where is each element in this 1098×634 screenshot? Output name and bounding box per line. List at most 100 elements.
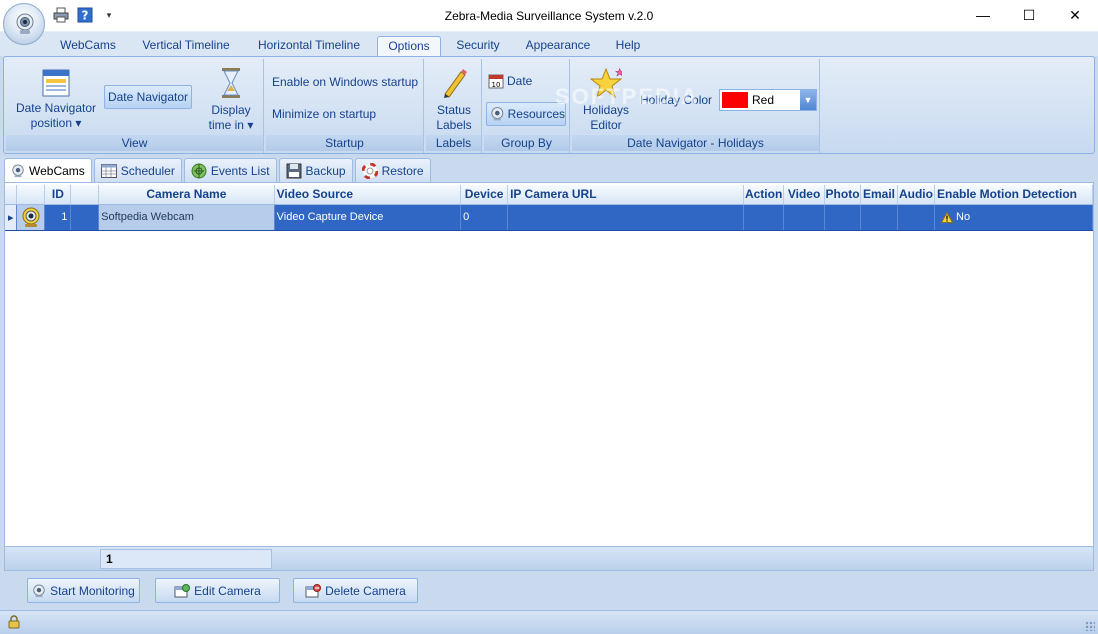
subtab-webcams[interactable]: WebCams (4, 158, 92, 182)
group-group-by: 10 Date Resources Group By (484, 59, 570, 153)
cell-camera-name[interactable]: Softpedia Webcam (98, 204, 275, 231)
cell-email[interactable] (860, 204, 898, 231)
subtab-backup-label: Backup (305, 163, 346, 178)
group-view: Date Navigator position ▾ Date Navigator… (6, 59, 264, 153)
ribbon-empty-area (822, 59, 1092, 153)
webcams-grid: ID Camera Name Video Source Device IP Ca… (4, 182, 1094, 571)
holiday-color-swatch (722, 92, 748, 108)
enable-on-windows-startup-checkbox[interactable]: Enable on Windows startup (272, 75, 418, 89)
column-header-enable-motion-detection[interactable]: Enable Motion Detection (934, 185, 1094, 205)
cell-ip-camera-url[interactable] (507, 204, 745, 231)
ribbon-tabs: WebCams Vertical Timeline Horizontal Tim… (0, 32, 1098, 57)
group-by-resources-label: Resources (507, 106, 565, 121)
start-monitoring-label: Start Monitoring (50, 583, 135, 598)
group-label-group-by: Group By (484, 135, 569, 151)
warning-icon (940, 211, 954, 223)
subtab-backup[interactable]: Backup (278, 158, 353, 182)
column-header-blank (70, 185, 100, 205)
status-bar (0, 610, 1098, 634)
subtab-scheduler-label: Scheduler (120, 163, 175, 178)
column-header-id[interactable]: ID (44, 185, 72, 205)
column-header-device[interactable]: Device (460, 185, 509, 205)
display-time-label-1: Display (211, 103, 251, 117)
application-menu-button[interactable] (3, 3, 45, 45)
star-icon (590, 67, 622, 99)
cell-video[interactable] (783, 204, 826, 231)
cell-audio[interactable] (897, 204, 935, 231)
group-label-view: View (6, 135, 263, 151)
tab-webcams[interactable]: WebCams (52, 36, 124, 57)
tab-security[interactable]: Security (448, 36, 508, 57)
start-monitoring-button[interactable]: Start Monitoring (27, 578, 140, 603)
webcam-button-icon (33, 583, 45, 597)
date-navigator-toggle[interactable]: Date Navigator (104, 85, 192, 109)
resize-grip[interactable] (1085, 621, 1095, 631)
cell-photo[interactable] (824, 204, 862, 231)
row-count: 1 (100, 549, 272, 569)
cell-blank[interactable] (70, 204, 100, 231)
subtab-restore-label: Restore (381, 163, 424, 178)
holiday-color-select[interactable]: Red ▼ (719, 89, 817, 111)
subtab-restore[interactable]: Restore (354, 158, 431, 182)
table-row[interactable]: ▸ 1 Softpedia Webcam Video Capture Devic… (5, 204, 1094, 231)
maximize-button[interactable]: ☐ (1006, 0, 1052, 30)
holiday-color-value: Red (752, 93, 775, 107)
backup-disk-icon (286, 163, 302, 178)
cell-id[interactable]: 1 (44, 204, 72, 231)
date-navigator-position-button[interactable]: Date Navigator position ▾ (10, 65, 102, 135)
window-controls: — ☐ ✕ (960, 0, 1098, 30)
cell-enable-motion-detection[interactable]: No (934, 204, 1094, 231)
chevron-down-icon[interactable]: ▼ (800, 90, 816, 110)
holidays-editor-label-1: Holidays (582, 103, 630, 117)
tab-options[interactable]: Options (377, 36, 441, 57)
column-header-action[interactable]: Action (743, 185, 785, 205)
column-header-video[interactable]: Video (783, 185, 826, 205)
tab-vertical-timeline[interactable]: Vertical Timeline (132, 36, 240, 57)
column-header-photo[interactable]: Photo (824, 185, 862, 205)
display-time-in-button[interactable]: Display time in ▾ (202, 65, 260, 135)
cell-video-source[interactable]: Video Capture Device (274, 204, 462, 231)
title-bar: ? ▾ Zebra-Media Surveillance System v.2.… (0, 0, 1098, 32)
cell-action[interactable] (743, 204, 785, 231)
minimize-on-startup-checkbox[interactable]: Minimize on startup (272, 107, 376, 121)
svg-text:10: 10 (492, 81, 501, 89)
delete-camera-icon (305, 583, 322, 597)
tab-appearance[interactable]: Appearance (516, 36, 600, 57)
delete-camera-button[interactable]: Delete Camera (293, 578, 418, 603)
row-webcam-icon (16, 204, 46, 231)
subtab-scheduler[interactable]: Scheduler (93, 158, 182, 182)
webcam-small-icon (491, 107, 504, 121)
column-header-indicator (5, 185, 18, 205)
status-labels-button[interactable]: Status Labels (428, 65, 480, 135)
row-indicator-icon: ▸ (5, 204, 18, 231)
status-labels-label-1: Status (436, 103, 472, 117)
holidays-editor-button[interactable]: Holidays Editor (576, 65, 636, 135)
close-button[interactable]: ✕ (1052, 0, 1098, 30)
group-by-date-label: Date (507, 74, 533, 88)
column-header-ip-camera-url[interactable]: IP Camera URL (507, 185, 745, 205)
column-header-icon (16, 185, 46, 205)
column-header-video-source[interactable]: Video Source (274, 185, 462, 205)
scheduler-grid-icon (100, 163, 117, 178)
column-header-audio[interactable]: Audio (897, 185, 935, 205)
ribbon-panel: Date Navigator position ▾ Date Navigator… (3, 56, 1095, 154)
edit-camera-label: Edit Camera (194, 583, 261, 598)
tab-help[interactable]: Help (607, 36, 649, 57)
group-label-holidays: Date Navigator - Holidays (572, 135, 819, 151)
subtab-webcams-label: WebCams (29, 163, 85, 178)
holidays-editor-label-2: Editor (590, 118, 622, 132)
group-by-resources-button[interactable]: Resources (486, 102, 566, 126)
group-by-date-button[interactable]: 10 Date (488, 73, 532, 89)
column-header-email[interactable]: Email (860, 185, 898, 205)
edit-camera-button[interactable]: Edit Camera (155, 578, 280, 603)
webcam-tab-icon (12, 163, 24, 177)
minimize-button[interactable]: — (960, 0, 1006, 30)
lock-icon (8, 615, 20, 629)
restore-lifebuoy-icon (361, 162, 378, 179)
subtab-events-list[interactable]: Events List (183, 158, 277, 182)
column-header-camera-name[interactable]: Camera Name (98, 185, 275, 205)
group-startup: Enable on Windows startup Minimize on st… (266, 59, 424, 153)
tab-horizontal-timeline[interactable]: Horizontal Timeline (248, 36, 370, 57)
subtab-events-list-label: Events List (210, 163, 270, 178)
cell-device[interactable]: 0 (460, 204, 509, 231)
